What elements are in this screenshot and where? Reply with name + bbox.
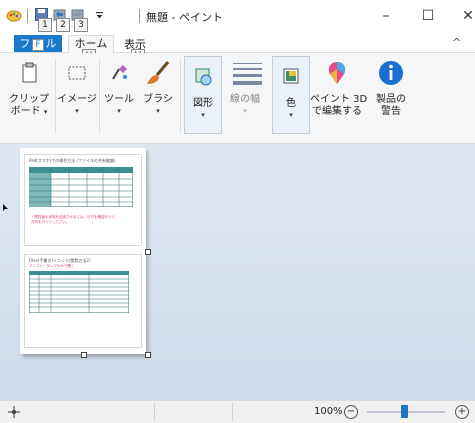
zoom-slider-thumb[interactable]	[401, 405, 408, 418]
brushes-label: ブラシ	[143, 94, 173, 105]
ribbon: クリップ ボード ▾ イメージ ▾ ツール ▾ ブラシ ▾ 図形 ▾ 線の幅 ▾…	[0, 53, 475, 144]
chevron-down-icon: ▾	[289, 111, 293, 119]
image-1-table	[29, 167, 133, 207]
pasted-image-2: Files(手書き)ミニッツ(閲覧方法2) アイコン・タップのみで開く	[24, 254, 142, 348]
paint3d-label-1: ペイント 3D	[310, 94, 368, 105]
keytip-f: F	[32, 39, 44, 51]
resize-handle-bottom[interactable]	[81, 352, 87, 358]
paint3d-label-2: で編集する	[312, 106, 362, 117]
collapse-ribbon-button[interactable]: ^	[452, 36, 461, 49]
zoom-level: 100%	[314, 406, 343, 417]
tab-file-label: フ	[19, 37, 31, 50]
canvas-workspace[interactable]: Pad(スマホ)での操作方法 (ファイルの共有編集) ・閲覧者の状態を反映させる…	[0, 144, 475, 400]
color-palette-icon	[283, 68, 299, 84]
keytip-1: 1	[38, 18, 52, 32]
ribbon-tabs: フFル ホーム H 表示 V ^	[0, 32, 475, 63]
line-width-icon	[233, 63, 263, 85]
tools-label: ツール	[104, 94, 134, 105]
resize-handle-corner[interactable]	[145, 352, 151, 358]
paint3d-icon	[328, 62, 346, 84]
info-icon	[379, 61, 403, 85]
maximize-button[interactable]: ☐	[418, 6, 438, 26]
title-bar: 1 2 3 無題 - ペイント – ☐ ✕	[0, 0, 475, 32]
image-button[interactable]: イメージ ▾	[56, 53, 98, 133]
chevron-down-icon: ▾	[43, 108, 48, 116]
status-bar: 100% − +	[0, 400, 475, 423]
shapes-label: 図形	[193, 98, 213, 109]
select-icon	[68, 66, 86, 80]
ribbon-separator	[180, 59, 181, 133]
image-1-title: Pad(スマホ)での操作方法 (ファイルの共有編集)	[29, 158, 116, 163]
title-separator	[27, 9, 28, 23]
tools-button[interactable]: ツール ▾	[100, 53, 138, 133]
chevron-down-icon: ▾	[243, 107, 247, 115]
product-alert-button[interactable]: 製品の 警告	[368, 53, 414, 133]
customize-quick-access-icon[interactable]	[95, 11, 104, 20]
size-button[interactable]: 線の幅 ▾	[224, 53, 266, 133]
colors-button[interactable]: 色 ▾	[272, 56, 310, 134]
colors-label: 色	[286, 98, 296, 109]
clipboard-button[interactable]: クリップ ボード ▾	[4, 53, 54, 133]
chevron-down-icon: ▾	[117, 107, 121, 115]
clipboard-label-1: クリップ	[9, 94, 49, 105]
clipboard-icon	[22, 62, 37, 83]
paint-app-icon[interactable]	[6, 8, 22, 22]
product-alert-label-1: 製品の	[376, 94, 406, 105]
status-separator	[154, 403, 155, 421]
chevron-down-icon: ▾	[75, 107, 79, 115]
size-label: 線の幅	[230, 94, 260, 105]
chevron-down-icon: ▾	[156, 107, 160, 115]
shapes-button[interactable]: 図形 ▾	[184, 56, 222, 134]
window-title: 無題 - ペイント	[146, 11, 223, 24]
cursor-position-icon	[8, 406, 20, 418]
status-separator	[232, 403, 233, 421]
zoom-in-button[interactable]: +	[455, 405, 469, 419]
minimize-button[interactable]: –	[376, 6, 396, 26]
clipboard-label-2: ボード	[10, 106, 41, 117]
keytip-3: 3	[74, 18, 88, 32]
mouse-cursor-icon	[3, 204, 8, 211]
close-button[interactable]: ✕	[458, 6, 475, 26]
resize-handle-right[interactable]	[145, 249, 151, 255]
title-separator	[139, 9, 140, 23]
tools-icon	[112, 65, 127, 80]
chevron-down-icon: ▾	[201, 111, 205, 119]
image-2-table	[29, 271, 129, 313]
shapes-icon	[195, 68, 212, 86]
zoom-out-button[interactable]: −	[344, 405, 358, 419]
tab-file-suffix: ル	[45, 37, 57, 50]
product-alert-label-2: 警告	[381, 106, 401, 117]
brushes-button[interactable]: ブラシ ▾	[139, 53, 177, 133]
image-2-subtitle: アイコン・タップのみで開く	[29, 264, 75, 268]
pasted-image-1: Pad(スマホ)での操作方法 (ファイルの共有編集) ・閲覧者の状態を反映させる…	[24, 154, 142, 246]
edit-with-paint3d-button[interactable]: ペイント 3D で編集する	[310, 53, 368, 133]
keytip-2: 2	[56, 18, 70, 32]
image-label: イメージ	[57, 94, 97, 105]
tab-file[interactable]: フFル	[14, 35, 62, 52]
brush-icon	[147, 61, 170, 84]
drawing-canvas[interactable]: Pad(スマホ)での操作方法 (ファイルの共有編集) ・閲覧者の状態を反映させる…	[20, 148, 151, 358]
image-1-note-2: 共有を行ってください。	[31, 220, 70, 224]
